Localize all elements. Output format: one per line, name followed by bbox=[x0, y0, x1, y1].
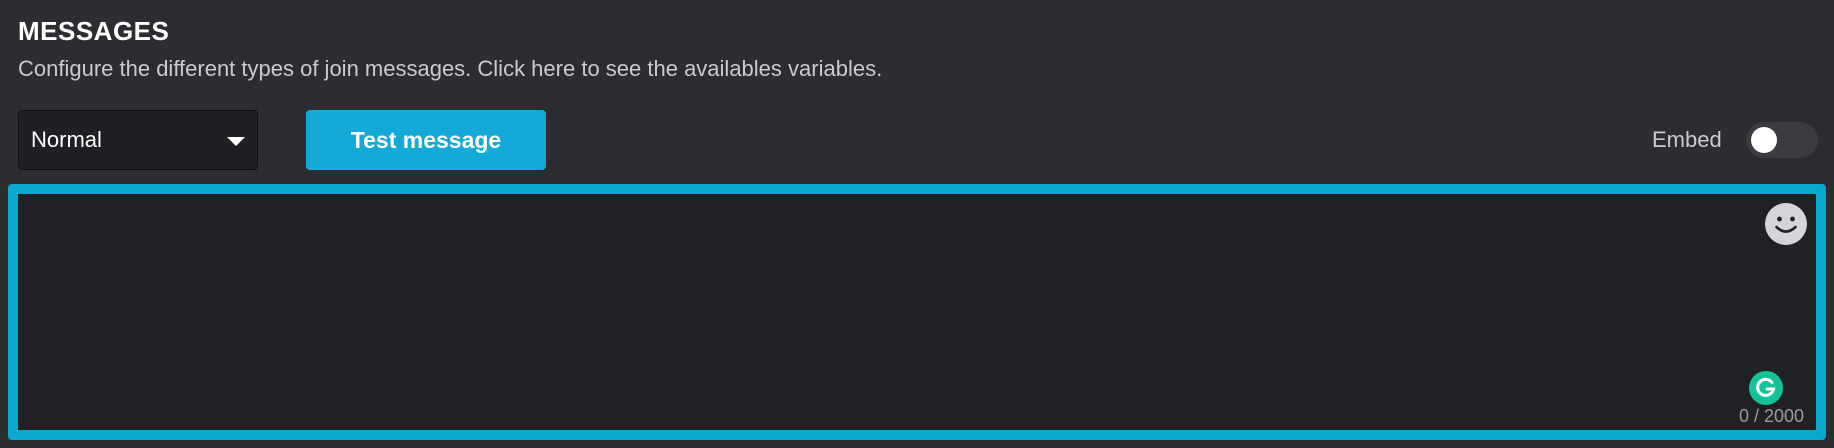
embed-toggle[interactable] bbox=[1746, 122, 1818, 158]
embed-label: Embed bbox=[1652, 127, 1722, 152]
message-editor: 0 / 2000 bbox=[8, 184, 1826, 440]
section-description[interactable]: Configure the different types of join me… bbox=[18, 56, 882, 82]
test-message-button[interactable]: Test message bbox=[306, 110, 546, 170]
message-type-select-value: Normal bbox=[31, 127, 102, 152]
message-type-select[interactable]: Normal bbox=[18, 110, 258, 170]
character-count: 0 / 2000 bbox=[1738, 406, 1804, 426]
grammarly-icon[interactable] bbox=[1748, 370, 1784, 406]
chevron-down-icon bbox=[227, 137, 245, 146]
smiley-face-icon[interactable] bbox=[1764, 202, 1808, 246]
section-title: MESSAGES bbox=[18, 16, 170, 46]
message-textarea[interactable] bbox=[18, 194, 1816, 430]
toggle-knob bbox=[1751, 127, 1777, 153]
